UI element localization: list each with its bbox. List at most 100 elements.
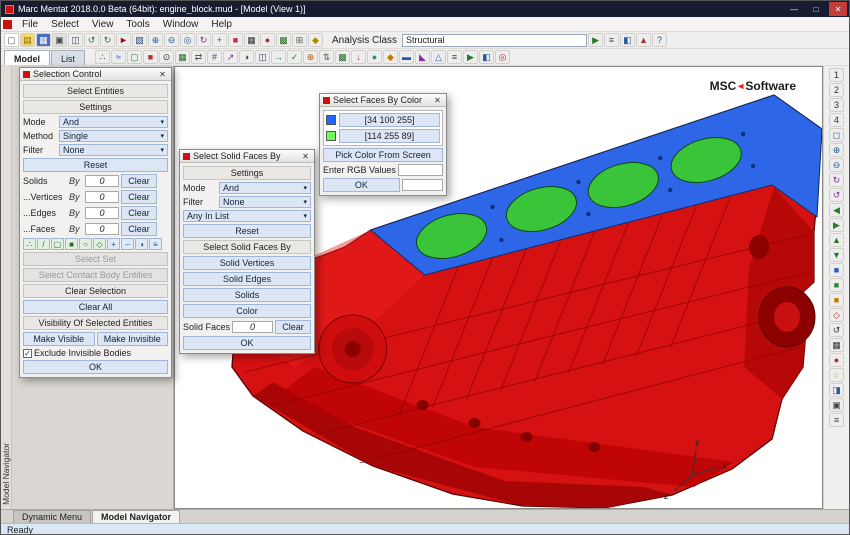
edges-clear-button[interactable]: Clear [121,206,157,220]
solid-edges-button[interactable]: Solid Edges [183,272,311,286]
open-file-icon[interactable]: ▤ [20,33,35,47]
contact-icon[interactable]: ◣ [415,50,430,64]
jobs-icon[interactable]: ▶ [463,50,478,64]
redo-icon[interactable]: ↻ [100,33,115,47]
view-4-icon[interactable]: 4 [829,113,844,127]
geometric-properties-icon[interactable]: ▬ [399,50,414,64]
green-rgb-button[interactable]: [114 255 89] [339,129,440,143]
method-select[interactable]: Single▾ [59,130,168,142]
attach-icon[interactable]: ⊕ [303,50,318,64]
edges-count-field[interactable]: 0 [85,207,119,219]
solids-clear-button[interactable]: Clear [121,174,157,188]
initial-conditions-icon[interactable]: ● [367,50,382,64]
solid-faces-count-field[interactable]: 0 [232,321,273,333]
vertices-clear-button[interactable]: Clear [121,190,157,204]
pan-down-icon[interactable]: ▼ [829,248,844,262]
close-icon[interactable]: ✕ [157,70,168,79]
tab-model[interactable]: Model [4,50,50,65]
snap-icon[interactable]: ◆ [308,33,323,47]
mesh-icon[interactable]: ▩ [276,33,291,47]
model-navigator-vertical-label[interactable]: Model Navigator [1,443,12,505]
close-button[interactable]: ✕ [829,2,847,16]
open-results-icon[interactable]: ◧ [620,33,635,47]
adaptivity-icon[interactable]: △ [431,50,446,64]
solid-faces-titlebar[interactable]: Select Solid Faces By ✕ [180,150,314,163]
settings-icon[interactable]: ≡ [829,413,844,427]
pick-loop-icon[interactable]: ○ [79,238,92,250]
selection-control-titlebar[interactable]: Selection Control ✕ [20,68,171,81]
zoom-out-icon[interactable]: ⊖ [829,158,844,172]
filter-select[interactable]: None▾ [59,144,168,156]
menu-tools[interactable]: Tools [120,17,155,31]
geometry-points-icon[interactable]: ∴ [95,50,110,64]
geometry-surfaces-icon[interactable]: ▢ [127,50,142,64]
selection-settings-icon[interactable]: ≡ [149,238,162,250]
new-file-icon[interactable]: ▢ [4,33,19,47]
menu-select[interactable]: Select [45,17,85,31]
renumber-icon[interactable]: # [207,50,222,64]
faces-clear-button[interactable]: Clear [121,222,157,236]
shaded-icon[interactable]: ● [260,33,275,47]
menu-help[interactable]: Help [205,17,238,31]
rgb-values-field[interactable] [398,164,443,176]
clip-plane-icon[interactable]: ◨ [829,383,844,397]
fit-view-icon[interactable]: ◎ [180,33,195,47]
sweep-icon[interactable]: ⇄ [191,50,206,64]
analysis-class-value[interactable]: Structural [402,34,587,47]
reset-view-icon[interactable]: ↺ [829,323,844,337]
zoom-box-icon[interactable]: ◻ [829,128,844,142]
mode-select[interactable]: And▾ [59,116,168,128]
solid-vertices-button[interactable]: Solid Vertices [183,256,311,270]
expand-icon[interactable]: ↗ [223,50,238,64]
make-invisible-button[interactable]: Make Invisible [97,332,169,346]
solids-count-field[interactable]: 0 [85,175,119,187]
save-file-icon[interactable]: ▦ [36,33,51,47]
ok-button[interactable]: OK [23,360,168,374]
views-icon[interactable]: ◎ [495,50,510,64]
blue-rgb-button[interactable]: [34 100 255] [339,113,440,127]
invert-selection-icon[interactable]: ◑ [135,238,148,250]
grid-icon[interactable]: ⊞ [292,33,307,47]
exclude-invisible-checkbox[interactable]: ✓ [23,349,32,358]
zoom-out-icon[interactable]: ⊖ [164,33,179,47]
vertices-count-field[interactable]: 0 [85,191,119,203]
shaded-view-icon[interactable]: ● [829,353,844,367]
top-view-icon[interactable]: ■ [829,278,844,292]
ok-button[interactable]: OK [323,178,400,192]
print-icon[interactable]: ▣ [52,33,67,47]
wireframe-icon[interactable]: ▦ [244,33,259,47]
view-3-icon[interactable]: 3 [829,98,844,112]
copy-icon[interactable]: ◫ [68,33,83,47]
pan-up-icon[interactable]: ▲ [829,233,844,247]
pick-feature-icon[interactable]: ◇ [93,238,106,250]
mesh-elements-icon[interactable]: ▦ [175,50,190,64]
front-view-icon[interactable]: ■ [829,263,844,277]
rotate-cw-icon[interactable]: ↻ [829,173,844,187]
box-select-icon[interactable]: ▧ [132,33,147,47]
check-elements-icon[interactable]: ✓ [287,50,302,64]
add-to-list-icon[interactable]: + [107,238,120,250]
remove-from-list-icon[interactable]: − [121,238,134,250]
pan-left-icon[interactable]: ◀ [829,203,844,217]
zoom-in-icon[interactable]: ⊕ [829,143,844,157]
select-set-button[interactable]: Select Set [23,252,168,266]
reset-button[interactable]: Reset [23,158,168,172]
clear-button[interactable]: Clear [275,320,311,334]
convert-icon[interactable]: ⇅ [319,50,334,64]
menu-window[interactable]: Window [157,17,205,31]
monitor-job-icon[interactable]: ≡ [604,33,619,47]
wireframe-view-icon[interactable]: ▦ [829,338,844,352]
tab-dynamic-menu[interactable]: Dynamic Menu [13,510,91,523]
pick-color-button[interactable]: Pick Color From Screen [323,148,443,162]
automesh-icon[interactable]: ▩ [335,50,350,64]
faces-count-field[interactable]: 0 [85,223,119,235]
material-properties-icon[interactable]: ◆ [383,50,398,64]
mode-select[interactable]: And▾ [219,182,311,194]
make-visible-button[interactable]: Make Visible [23,332,95,346]
move-icon[interactable]: → [271,50,286,64]
maximize-button[interactable]: □ [807,2,825,16]
mesh-nodes-icon[interactable]: ⊙ [159,50,174,64]
loadcases-icon[interactable]: ≡ [447,50,462,64]
zoom-in-icon[interactable]: ⊕ [148,33,163,47]
pan-right-icon[interactable]: ▶ [829,218,844,232]
